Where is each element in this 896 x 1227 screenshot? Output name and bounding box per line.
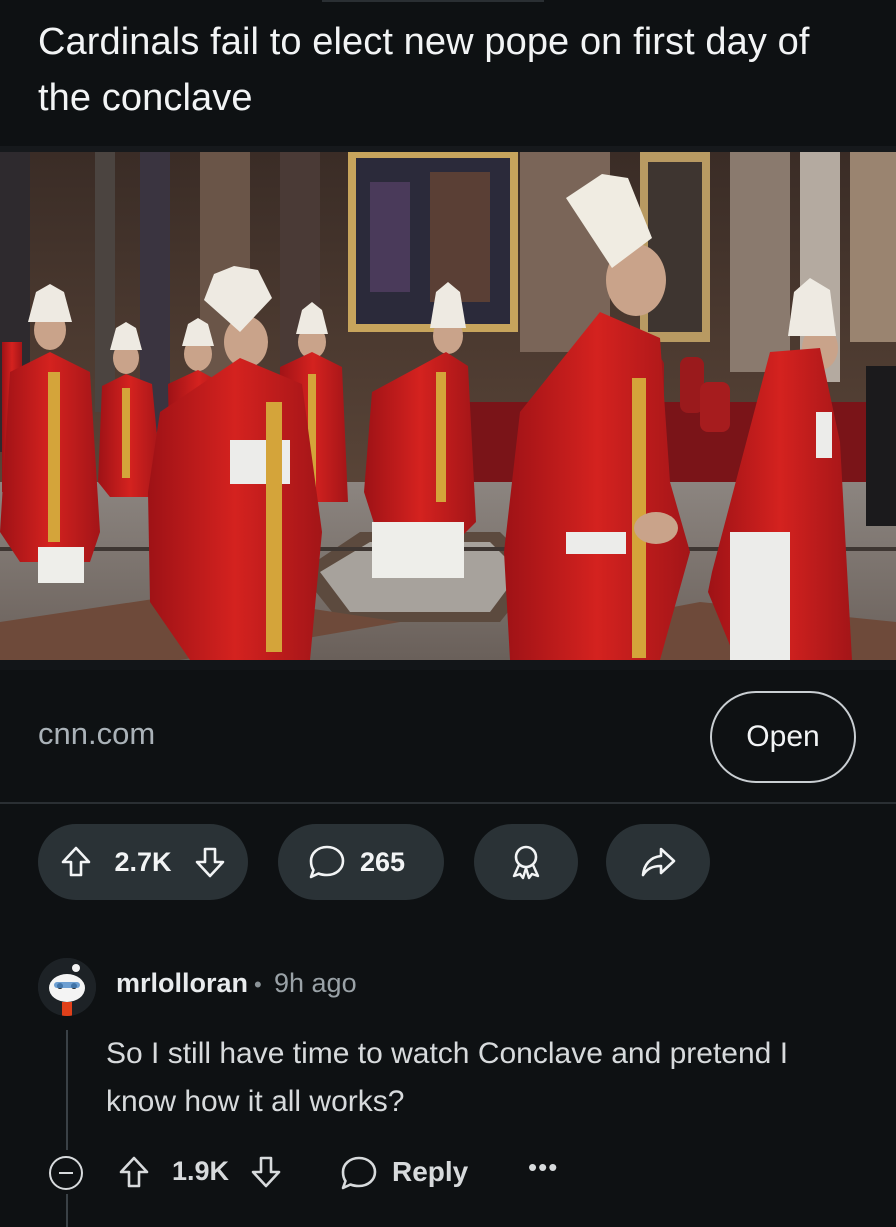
award-button[interactable] [474,824,578,900]
vote-bar: 2.7K [38,824,248,900]
link-domain[interactable]: cnn.com [38,716,155,752]
post-image[interactable] [0,152,896,660]
avatar[interactable] [38,958,96,1016]
comments-button[interactable]: 265 [278,824,444,900]
comment-upvote-count: 1.9K [172,1156,230,1186]
comment-count: 265 [360,846,406,877]
image-bottom-border [0,660,896,670]
upvote-count: 2.7K [114,846,172,877]
comment-upvote-icon[interactable] [118,1154,150,1195]
collapse-minus-icon[interactable] [49,1156,83,1190]
share-arrow-icon [640,845,676,879]
meta-separator: • [254,972,262,997]
open-link-button[interactable]: Open [710,691,856,783]
more-options-button[interactable]: ••• [528,1152,558,1183]
comment-timestamp: 9h ago [274,968,357,998]
downvote-icon[interactable] [194,845,226,879]
speech-bubble-icon [308,844,346,880]
reply-icon[interactable] [340,1155,378,1196]
award-icon [509,844,543,880]
comment-downvote-icon[interactable] [250,1154,282,1195]
comment-text: So I still have time to watch Conclave a… [106,1037,789,1118]
comment-username[interactable]: mrlolloran [116,968,248,999]
reply-button[interactable]: Reply [392,1156,468,1188]
upvote-icon[interactable] [60,845,92,879]
thread-line-lower[interactable] [66,1194,68,1227]
thread-line[interactable] [66,1030,68,1150]
top-divider [322,0,544,2]
post-title[interactable]: Cardinals fail to elect new pope on firs… [38,14,858,126]
section-divider [0,802,896,804]
share-button[interactable] [606,824,710,900]
